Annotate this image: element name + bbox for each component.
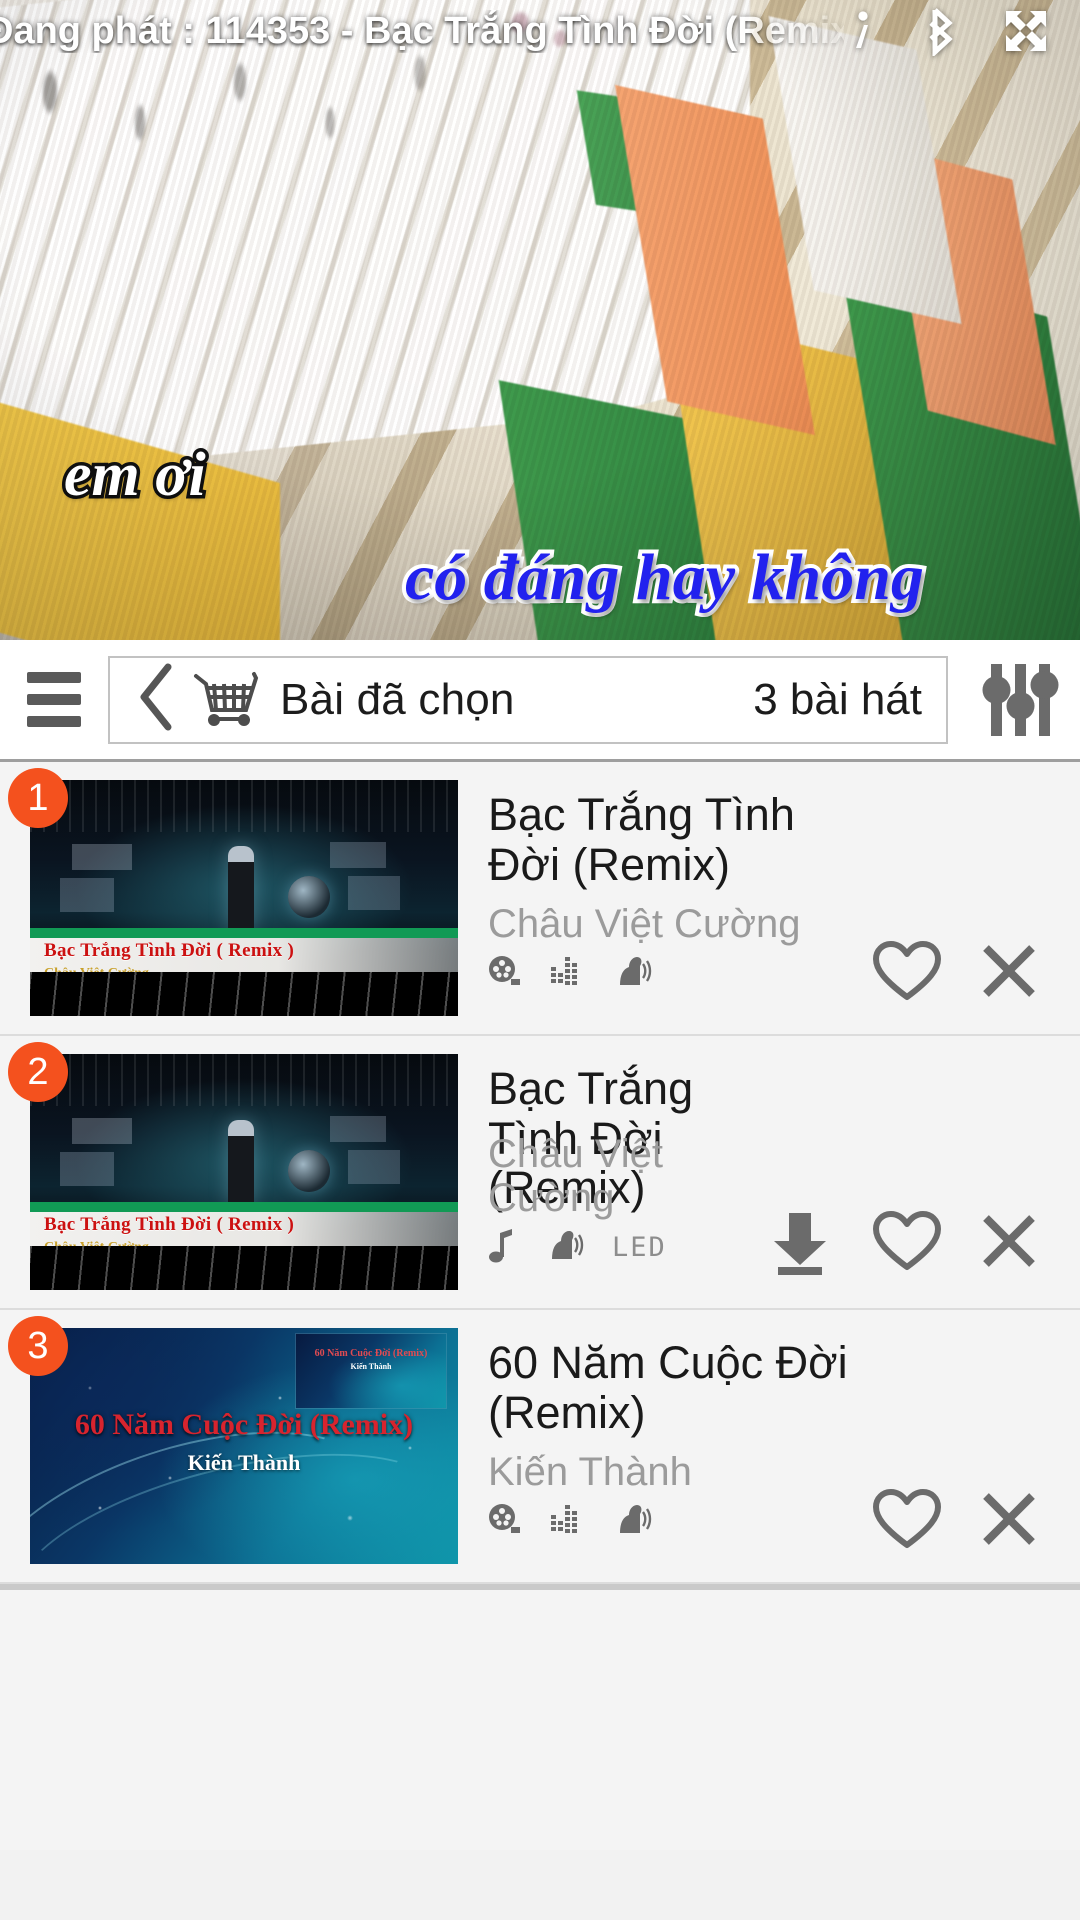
thumbnail-caption-title: Bạc Trắng Tình Đời ( Remix ): [44, 1214, 295, 1235]
song-meta: Kiến Thành: [488, 1450, 692, 1538]
equalizer-sliders-icon[interactable]: [962, 660, 1080, 740]
film-reel-icon: [488, 955, 522, 992]
table-row[interactable]: 2 Bạc Trắng Tình Đời ( Remix ) Châu Việt…: [0, 1036, 1080, 1310]
thumbnail-detail: [30, 1202, 458, 1212]
song-tags: LED: [488, 1228, 764, 1266]
lyric-line-2: có đáng hay không: [401, 537, 928, 618]
queue-position-badge: 1: [8, 768, 68, 828]
now-playing-text: Đang phát : 114353 - Bạc Trắng Tình Đời …: [0, 9, 844, 52]
vocal-head-icon: [544, 1229, 584, 1266]
thumbnail-caption-artist: Kiến Thành: [187, 1450, 301, 1475]
table-row[interactable]: 1 Bạc Trắng Tình Đời ( Remix ) Châu Việt…: [0, 762, 1080, 1036]
shopping-cart-icon: [192, 666, 262, 733]
fullscreen-icon[interactable]: [1002, 7, 1050, 55]
song-thumbnail[interactable]: 60 Năm Cuộc Đời (Remix) Kiến Thành 60 Nă…: [30, 1328, 458, 1564]
song-title: Bạc Trắng Tình Đời (Remix): [488, 789, 795, 890]
song-artist: Châu Việt Cường: [488, 1132, 663, 1220]
inset-artist: Kiến Thành: [350, 1362, 392, 1371]
song-meta: Châu Việt Cường: [488, 902, 800, 990]
breadcrumb[interactable]: Bài đã chọn 3 bài hát: [108, 655, 948, 744]
thumbnail-detail: [228, 846, 254, 930]
row-actions: [872, 939, 1080, 1034]
bluetooth-icon[interactable]: [922, 6, 958, 56]
close-x-icon[interactable]: [978, 1210, 1040, 1277]
karaoke-app-screen: Đang phát : 114353 - Bạc Trắng Tình Đời …: [0, 0, 1080, 1920]
info-icon[interactable]: [844, 7, 878, 55]
thumbnail-detail: [30, 780, 458, 832]
heart-icon[interactable]: [872, 939, 942, 1008]
close-x-icon[interactable]: [978, 1488, 1040, 1555]
equalizer-bars-icon: [550, 1503, 584, 1540]
song-tags: [488, 955, 800, 992]
equalizer-bars-icon: [550, 955, 584, 992]
thumbnail-wrap[interactable]: 60 Năm Cuộc Đời (Remix) Kiến Thành 60 Nă…: [0, 1310, 460, 1582]
song-tags: [488, 1503, 692, 1540]
thumbnail-detail: [30, 928, 458, 938]
download-icon[interactable]: [764, 1205, 836, 1282]
row-actions: [764, 1205, 1080, 1308]
film-reel-icon: [488, 1503, 522, 1540]
player-top-icons: [844, 6, 1080, 56]
queue-position-badge: 2: [8, 1042, 68, 1102]
thumbnail-inset-preview: 60 Năm Cuộc Đời (Remix) Kiến Thành: [296, 1334, 446, 1408]
selected-songs-list: 1 Bạc Trắng Tình Đời ( Remix ) Châu Việt…: [0, 762, 1080, 1590]
song-artist: Kiến Thành: [488, 1450, 692, 1494]
thumbnail-detail: [288, 1150, 330, 1192]
music-note-icon: [488, 1227, 516, 1268]
hamburger-menu-icon[interactable]: [0, 672, 108, 727]
thumbnail-detail: [228, 1120, 254, 1204]
led-label: LED: [612, 1231, 667, 1263]
empty-list-area: [0, 1590, 1080, 1850]
lyric-line-1: em ơi: [61, 438, 210, 513]
song-title: 60 Năm Cuộc Đời (Remix): [488, 1337, 848, 1438]
song-info: Bạc Trắng Tình Đời (Remix) Châu Việt Cườ…: [460, 1036, 764, 1308]
song-info: Bạc Trắng Tình Đời (Remix) Châu Việt Cườ…: [460, 762, 872, 1034]
song-count: 3 bài hát: [753, 674, 922, 724]
song-thumbnail[interactable]: Bạc Trắng Tình Đời ( Remix ) Châu Việt C…: [30, 780, 458, 1016]
thumbnail-detail: [30, 972, 458, 1016]
thumbnail-wrap[interactable]: Bạc Trắng Tình Đời ( Remix ) Châu Việt C…: [0, 1036, 460, 1308]
thumbnail-detail: [30, 1054, 458, 1106]
thumbnail-detail: [288, 876, 330, 918]
queue-position-badge: 3: [8, 1316, 68, 1376]
inset-title: 60 Năm Cuộc Đời (Remix): [314, 1348, 428, 1359]
song-artist: Châu Việt Cường: [488, 902, 801, 946]
toolbar: Bài đã chọn 3 bài hát: [0, 640, 1080, 762]
row-actions: [872, 1487, 1080, 1582]
now-playing-bar: Đang phát : 114353 - Bạc Trắng Tình Đời …: [0, 0, 1080, 62]
thumbnail-detail: [30, 1246, 458, 1290]
song-thumbnail[interactable]: Bạc Trắng Tình Đời ( Remix ) Châu Việt C…: [30, 1054, 458, 1290]
table-row[interactable]: 3 60 Năm Cuộc Đời (Remix) Kiến Thành 60 …: [0, 1310, 1080, 1584]
vocal-head-icon: [612, 955, 652, 992]
close-x-icon[interactable]: [978, 940, 1040, 1007]
video-player-area[interactable]: Đang phát : 114353 - Bạc Trắng Tình Đời …: [0, 0, 1080, 640]
thumbnail-wrap[interactable]: Bạc Trắng Tình Đời ( Remix ) Châu Việt C…: [0, 762, 460, 1034]
song-info: 60 Năm Cuộc Đời (Remix) Kiến Thành: [460, 1310, 872, 1582]
back-chevron-icon[interactable]: [134, 661, 178, 738]
thumbnail-caption-title: 60 Năm Cuộc Đời (Remix): [74, 1408, 414, 1441]
song-meta: Châu Việt Cường: [488, 1132, 764, 1264]
heart-icon[interactable]: [872, 1487, 942, 1556]
breadcrumb-title: Bài đã chọn: [280, 674, 515, 724]
heart-icon[interactable]: [872, 1209, 942, 1278]
thumbnail-caption-title: Bạc Trắng Tình Đời ( Remix ): [44, 940, 295, 961]
vocal-head-icon: [612, 1503, 652, 1540]
